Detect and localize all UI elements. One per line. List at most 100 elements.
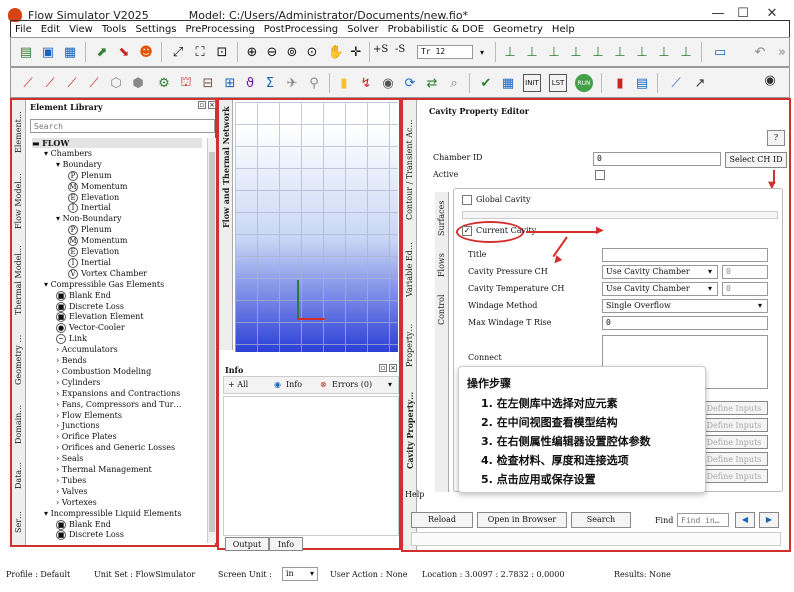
- menu-settings[interactable]: Settings: [135, 24, 176, 35]
- tree-item[interactable]: ▾ Boundary: [56, 160, 102, 169]
- tree-item[interactable]: › Combustion Modeling: [56, 367, 151, 376]
- tree-item[interactable]: ■ Discrete Loss: [56, 530, 124, 541]
- tree-item[interactable]: V Vortex Chamber: [68, 268, 147, 279]
- chevron-down-icon[interactable]: ▾: [473, 43, 491, 61]
- menu-postprocessing[interactable]: PostProcessing: [264, 24, 338, 35]
- tree-item[interactable]: › Accumulators: [56, 345, 118, 354]
- tree-item[interactable]: › Tubes: [56, 476, 86, 485]
- library-search-input[interactable]: [30, 119, 215, 133]
- font-size-decrease[interactable]: -S: [395, 44, 405, 55]
- temperature-select[interactable]: Use Cavity Chamber: [602, 282, 718, 296]
- axis-top-icon[interactable]: ⊥: [677, 43, 695, 61]
- expand-toggle-icon[interactable]: ▬: [32, 139, 42, 148]
- tab-flow-thermal-network[interactable]: Flow and Thermal Network: [221, 106, 231, 228]
- menu-view[interactable]: View: [69, 24, 93, 35]
- calculator-icon[interactable]: ▦: [499, 74, 517, 92]
- table-icon[interactable]: ▤: [633, 74, 651, 92]
- chevron-down-icon[interactable]: ▾: [708, 267, 712, 276]
- tower-icon[interactable]: ⛫: [177, 74, 195, 92]
- tab-control[interactable]: Control: [437, 290, 446, 330]
- axis-xy-icon[interactable]: ⊥: [501, 43, 519, 61]
- bar-chart-icon[interactable]: ▮: [335, 74, 353, 92]
- windage-select[interactable]: Single Overflow: [602, 299, 768, 313]
- pressure-value[interactable]: 0: [722, 265, 768, 279]
- tree-item[interactable]: ▾ Incompressible Liquid Elements: [44, 509, 181, 518]
- tree-item[interactable]: › Flow Elements: [56, 411, 122, 420]
- tree-item[interactable]: › Orifice Plates: [56, 432, 117, 441]
- tab-data[interactable]: Data…: [14, 454, 23, 496]
- zoom-fit-icon[interactable]: ⤢: [169, 43, 187, 61]
- tree-item[interactable]: I Inertial: [68, 257, 111, 268]
- monitor-icon[interactable]: ▭: [711, 43, 729, 61]
- spline-tool-icon[interactable]: ⟋: [63, 74, 81, 92]
- axis-iso-icon[interactable]: ⊥: [567, 43, 585, 61]
- tab-element[interactable]: Element…: [14, 102, 23, 162]
- tab-thermal-model[interactable]: Thermal Model…: [14, 240, 23, 320]
- menu-probabilistic[interactable]: Probabilistic & DOE: [388, 24, 484, 35]
- tab-contour[interactable]: Contour / Transient Ac…: [405, 110, 414, 230]
- close-panel-icon[interactable]: ×: [389, 364, 397, 372]
- undo-icon[interactable]: ↶: [751, 43, 769, 61]
- eye-icon[interactable]: ◉: [379, 74, 397, 92]
- tree-item[interactable]: › Junctions: [56, 421, 100, 430]
- zoom-box-icon[interactable]: ⛶: [191, 43, 209, 61]
- user-icon[interactable]: ☻: [137, 43, 155, 61]
- font-size-increase[interactable]: +S: [373, 44, 388, 55]
- tree-item[interactable]: ▾ Chambers: [44, 149, 92, 158]
- maximize-button[interactable]: ☐: [731, 6, 755, 21]
- tree-item[interactable]: M Momentum: [68, 181, 127, 192]
- tab-info[interactable]: Info: [269, 537, 303, 551]
- tree-item[interactable]: › Cylinders: [56, 378, 100, 387]
- list-icon[interactable]: LST: [549, 74, 567, 92]
- close-panel-icon[interactable]: ×: [208, 101, 216, 109]
- axis-xz-icon[interactable]: ⊥: [545, 43, 563, 61]
- polyline-tool-icon[interactable]: ⟋: [41, 74, 59, 92]
- graph-icon[interactable]: ⟋: [667, 74, 685, 92]
- restore-icon[interactable]: ▫: [379, 364, 387, 372]
- tree-item[interactable]: M Momentum: [68, 236, 127, 247]
- chevron-down-icon[interactable]: ▾: [758, 301, 762, 310]
- refresh-icon[interactable]: ⟳: [401, 74, 419, 92]
- zoom-out-icon[interactable]: ⊖: [263, 43, 281, 61]
- axis-left-icon[interactable]: ⊥: [633, 43, 651, 61]
- tree-item[interactable]: P Plenum: [68, 225, 112, 236]
- eye-help-icon[interactable]: ◉: [761, 71, 779, 89]
- tree-item[interactable]: ■ Elevation Element: [56, 312, 144, 323]
- tree-item[interactable]: ▾ Compressible Gas Elements: [44, 280, 164, 289]
- curve-icon[interactable]: ϑ: [241, 74, 259, 92]
- chevron-down-icon[interactable]: ▾: [310, 569, 314, 578]
- check-icon[interactable]: ✔: [477, 74, 495, 92]
- define-inputs-button[interactable]: Define Inputs: [700, 469, 768, 483]
- menu-file[interactable]: File: [15, 24, 32, 35]
- tree-item[interactable]: › Seals: [56, 454, 83, 463]
- save-icon[interactable]: ▦: [61, 43, 79, 61]
- tree-item[interactable]: E Elevation: [68, 192, 119, 203]
- tree-item[interactable]: ■ Blank End: [56, 519, 111, 530]
- menu-edit[interactable]: Edit: [41, 24, 60, 35]
- tree-item[interactable]: ~ Link: [56, 334, 87, 345]
- filter-dropdown-icon[interactable]: ▾: [388, 380, 392, 389]
- axis-yz-icon[interactable]: ⊥: [523, 43, 541, 61]
- menu-geometry[interactable]: Geometry: [493, 24, 543, 35]
- axis-right-icon[interactable]: ⊥: [655, 43, 673, 61]
- export-icon[interactable]: ⬊: [115, 43, 133, 61]
- tree-item[interactable]: E Elevation: [68, 247, 119, 257]
- import-icon[interactable]: ⬈: [93, 43, 111, 61]
- move-icon[interactable]: ✛: [347, 43, 365, 61]
- solid-icon[interactable]: ⬢: [129, 74, 147, 92]
- error-icon[interactable]: ⊗: [320, 380, 327, 389]
- tab-variable[interactable]: Variable Ed…: [405, 240, 414, 300]
- network-icon[interactable]: ⚙: [155, 74, 173, 92]
- run-icon[interactable]: RUN: [575, 74, 593, 92]
- arrow-left-icon[interactable]: ◀: [735, 512, 755, 528]
- zoom-in-icon[interactable]: ⊕: [243, 43, 261, 61]
- menu-preprocessing[interactable]: PreProcessing: [186, 24, 255, 35]
- open-in-browser-button[interactable]: Open in Browser: [477, 512, 567, 528]
- font-select[interactable]: Tr 12: [417, 45, 473, 59]
- chamber-id-input[interactable]: 0: [593, 152, 721, 166]
- zoom-window-icon[interactable]: ⊚: [283, 43, 301, 61]
- tree-item[interactable]: › Orifices and Generic Losses: [56, 443, 175, 452]
- tab-surfaces[interactable]: Surfaces: [437, 196, 446, 240]
- chevron-down-icon[interactable]: ▾: [708, 284, 712, 293]
- global-cavity-checkbox[interactable]: [462, 195, 472, 205]
